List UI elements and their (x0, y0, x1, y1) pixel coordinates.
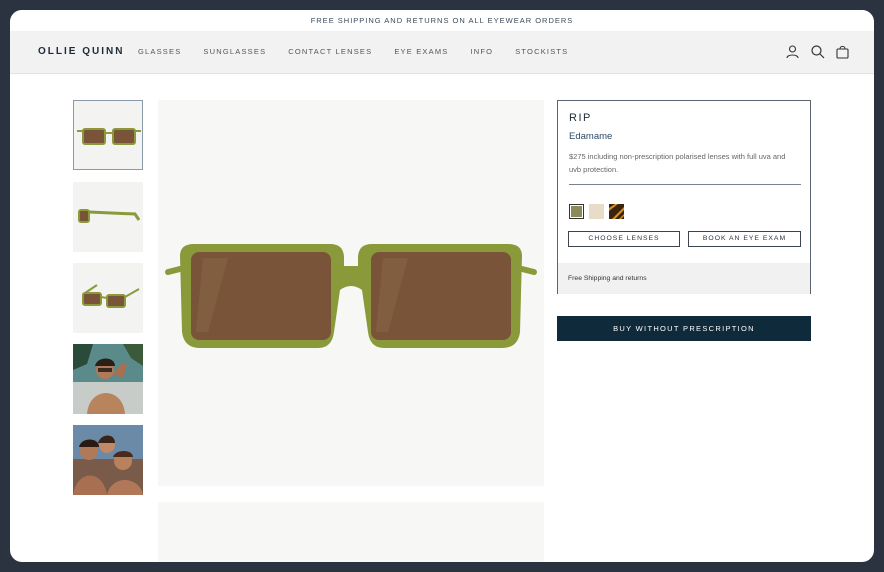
secondary-product-image[interactable] (158, 502, 544, 562)
main-product-image[interactable] (158, 100, 544, 486)
color-swatches (569, 204, 624, 219)
header-icons (785, 44, 850, 59)
product-description: $275 including non-prescription polarise… (569, 152, 786, 174)
choose-lenses-button[interactable]: CHOOSE LENSES (568, 231, 680, 247)
thumbnail-lifestyle-1[interactable] (73, 344, 143, 414)
book-eye-exam-button[interactable]: BOOK AN EYE EXAM (688, 231, 801, 247)
nav-info[interactable]: INFO (470, 31, 493, 73)
brand-logo[interactable]: OLLIE QUINN (38, 31, 124, 73)
site-header: OLLIE QUINN GLASSES SUNGLASSES CONTACT L… (10, 31, 874, 74)
product-color-name: Edamame (569, 131, 613, 142)
thumbnail-angle[interactable] (73, 263, 143, 333)
nav-eye-exams[interactable]: EYE EXAMS (394, 31, 448, 73)
swatch-cream[interactable] (589, 204, 604, 219)
announcement-bar: FREE SHIPPING AND RETURNS ON ALL EYEWEAR… (10, 10, 874, 31)
product-name: RIP (569, 112, 592, 124)
swatch-tortoise[interactable] (609, 204, 624, 219)
search-icon[interactable] (810, 44, 825, 59)
nav-sunglasses[interactable]: SUNGLASSES (203, 31, 266, 73)
divider (569, 184, 801, 185)
account-icon[interactable] (785, 44, 800, 59)
cart-icon[interactable] (835, 44, 850, 59)
thumbnail-front[interactable] (73, 100, 143, 170)
thumbnail-lifestyle-2[interactable] (73, 425, 143, 495)
nav-stockists[interactable]: STOCKISTS (515, 31, 568, 73)
nav-glasses[interactable]: GLASSES (138, 31, 181, 73)
thumbnail-side[interactable] (73, 182, 143, 252)
product-info-panel: RIP Edamame $275 including non-prescript… (557, 100, 811, 294)
main-nav: GLASSES SUNGLASSES CONTACT LENSES EYE EX… (138, 31, 590, 73)
nav-contact-lenses[interactable]: CONTACT LENSES (288, 31, 372, 73)
buy-without-prescription-button[interactable]: BUY WITHOUT PRESCRIPTION (557, 316, 811, 341)
shipping-note: Free Shipping and returns (558, 263, 810, 294)
browser-frame: FREE SHIPPING AND RETURNS ON ALL EYEWEAR… (10, 10, 874, 562)
swatch-edamame[interactable] (569, 204, 584, 219)
